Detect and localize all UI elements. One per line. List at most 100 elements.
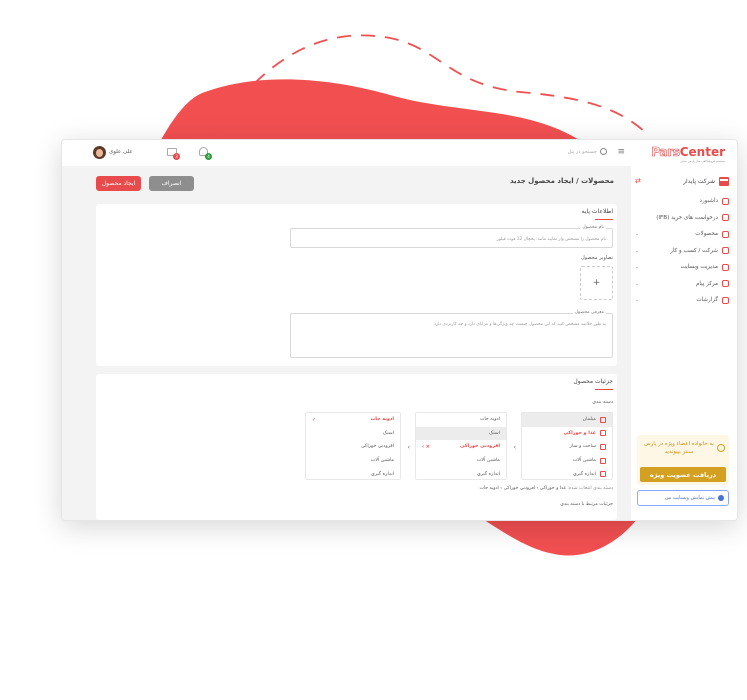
category-item[interactable]: افزودنی خوراکی	[306, 440, 400, 454]
products-icon	[722, 230, 729, 238]
sidebar-nav: داشبورد درخواست های خرید (IFB) محصولات ⌄ …	[635, 193, 729, 309]
chevron-down-icon: ⌄	[635, 231, 640, 238]
category-item-label: ماشین آلات	[572, 458, 596, 464]
business-icon	[722, 247, 729, 255]
cancel-button[interactable]: انصراف	[149, 176, 194, 191]
sidebar-item-products[interactable]: محصولات ⌄	[635, 226, 729, 243]
category-item-label: غذا و خوراکی	[563, 430, 596, 436]
avatar[interactable]	[93, 146, 106, 159]
category-column-2: ادویه جات اسنک افزودنی خوراکی × › ماشین آ…	[415, 412, 507, 480]
category-item-label: اندازه گیری	[572, 471, 596, 477]
sofa-icon	[600, 416, 606, 423]
breadcrumb-separator: ›	[536, 486, 539, 491]
search-input[interactable]: جستجو در پنل	[487, 146, 597, 159]
category-item[interactable]: اسنک	[416, 426, 506, 441]
category-item[interactable]: اندازه گیری	[522, 467, 612, 481]
breadcrumb-separator: ›	[500, 486, 503, 491]
product-name-field[interactable]: نام محصول نام محصول را مشخص وار نمایید م…	[290, 225, 613, 248]
chevron-left-icon: ‹	[407, 444, 410, 451]
company-switcher[interactable]: شرکت پایدار ⇄	[635, 174, 729, 188]
product-description-placeholder: به طور خلاصه مشخص کنید که این محصول چیست…	[434, 322, 606, 327]
promo-text: به خانواده اعضاء ویژه در پارس سنتر بپیون…	[644, 441, 714, 455]
sidebar-item-label: مرکز پیام	[695, 280, 718, 287]
preview-label: پیش نمایش وبسایت من	[664, 495, 715, 501]
company-name: شرکت پایدار	[683, 177, 715, 185]
swap-arrows-icon[interactable]: ⇄	[635, 177, 641, 185]
breadcrumb-part: ادویه جات	[479, 486, 499, 491]
website-icon	[722, 263, 729, 271]
logo-text-pars: Pars	[651, 145, 680, 159]
chevron-down-icon: ⌄	[635, 247, 640, 254]
hamburger-menu-icon[interactable]: ≡	[617, 147, 625, 157]
preview-website-button[interactable]: پیش نمایش وبسایت من	[637, 490, 729, 506]
sidebar-item-business[interactable]: شرکت / کسب و کار ⌄	[635, 243, 729, 260]
category-item[interactable]: ماشین آلات	[306, 454, 400, 468]
reports-icon	[722, 296, 729, 304]
sidebar-item-messages[interactable]: مرکز پیام ⌄	[635, 276, 729, 293]
category-related-details-label: جزئیات مرتبط با دسته بندی	[560, 502, 613, 507]
parscenter-logo: ParsCenter سیستم فروشگاهی ساز پارس سنتر	[651, 146, 725, 168]
category-item[interactable]: ماشین آلات	[416, 454, 506, 468]
main-content: محصولات / ایجاد محصول جدید ایجاد محصول ا…	[62, 166, 631, 520]
selected-category-breadcrumb: دسته بندی انتخاب شده: غذا و خوراکی › افز…	[479, 486, 613, 491]
sidebar-item-dashboard[interactable]: داشبورد	[635, 193, 729, 210]
logo-tagline: سیستم فروشگاهی ساز پارس سنتر	[680, 159, 725, 163]
remove-chevron-icon[interactable]: × ›	[422, 444, 430, 450]
chevron-left-icon: ‹	[513, 444, 516, 451]
category-item[interactable]: ساخت و ساز	[522, 440, 612, 454]
sidebar-item-reports[interactable]: گزارشات ⌄	[635, 292, 729, 309]
category-item[interactable]: اندازه گیری	[416, 467, 506, 481]
category-item[interactable]: ماشین آلات	[522, 454, 612, 468]
category-item-label: ادویه جات	[370, 417, 394, 423]
app-window: ParsCenter سیستم فروشگاهی ساز پارس سنتر …	[61, 139, 738, 521]
basic-info-card: اطلاعات پایه نام محصول نام محصول را مشخص…	[96, 204, 617, 366]
product-description-label: معرفی محصول	[572, 310, 606, 315]
get-premium-button[interactable]: دریافت عضویت ویژه	[640, 467, 726, 482]
sidebar-item-ifb[interactable]: درخواست های خرید (IFB)	[635, 210, 729, 227]
sidebar-item-label: مدیریت وبسایت	[680, 264, 718, 271]
measure-icon	[600, 471, 606, 478]
topbar: ≡ جستجو در پنل 4 3 علی علوی	[62, 140, 631, 167]
category-item-label: افزودنی خوراکی	[459, 444, 500, 450]
category-item-label: ادویه جات	[479, 417, 500, 423]
sidebar-item-label: محصولات	[695, 231, 718, 238]
add-image-button[interactable]: +	[580, 266, 613, 300]
cart-request-icon	[722, 214, 729, 222]
product-details-title: جزئیات محصول	[573, 378, 613, 390]
notification-badge: 4	[205, 153, 212, 160]
search-icon[interactable]	[600, 148, 607, 155]
category-item-label: افزودنی خوراکی	[361, 444, 394, 450]
message-icon	[722, 280, 729, 288]
selected-category-label: دسته بندی انتخاب شده:	[567, 486, 613, 491]
machinery-icon	[600, 457, 606, 464]
sidebar-item-label: گزارشات	[696, 297, 718, 304]
category-item-label: ماشین آلات	[370, 458, 394, 464]
chevron-down-icon: ⌄	[635, 280, 640, 287]
category-item[interactable]: ادویه جات	[416, 413, 506, 427]
product-description-field[interactable]: معرفی محصول به طور خلاصه مشخص کنید که ای…	[290, 310, 613, 358]
sidebar-item-label: شرکت / کسب و کار	[670, 247, 718, 254]
sidebar-item-website[interactable]: مدیریت وبسایت ⌄	[635, 259, 729, 276]
product-details-card: جزئیات محصول دسته بندی مبلمان غذا و خورا…	[96, 374, 617, 520]
product-name-label: نام محصول	[580, 225, 606, 230]
category-item[interactable]: ادویه جات ✓	[306, 413, 400, 427]
category-column-3: ادویه جات ✓ اسنک افزودنی خوراکی ماشین آلا…	[305, 412, 401, 480]
check-icon: ✓	[312, 416, 317, 423]
sidebar: ParsCenter سیستم فروشگاهی ساز پارس سنتر …	[630, 140, 737, 520]
medal-icon	[717, 444, 725, 452]
category-item[interactable]: مبلمان	[522, 413, 612, 427]
sidebar-item-label: داشبورد	[699, 198, 718, 205]
page-title: محصولات / ایجاد محصول جدید	[509, 177, 614, 185]
breadcrumb-part: غذا و خوراکی	[539, 486, 566, 491]
chevron-down-icon: ⌄	[635, 264, 640, 271]
user-name[interactable]: علی علوی	[109, 149, 133, 155]
premium-promo-box: به خانواده اعضاء ویژه در پارس سنتر بپیون…	[637, 435, 729, 485]
category-item-label: ساخت و ساز	[569, 444, 596, 450]
create-product-button[interactable]: ایجاد محصول	[96, 176, 141, 191]
category-item[interactable]: افزودنی خوراکی × ›	[416, 440, 506, 454]
category-item[interactable]: اسنک	[306, 427, 400, 441]
mail-badge: 3	[173, 153, 180, 160]
category-item[interactable]: اندازه گیری	[306, 467, 400, 481]
category-item[interactable]: غذا و خوراکی	[522, 427, 612, 441]
dashboard-icon	[722, 197, 729, 205]
